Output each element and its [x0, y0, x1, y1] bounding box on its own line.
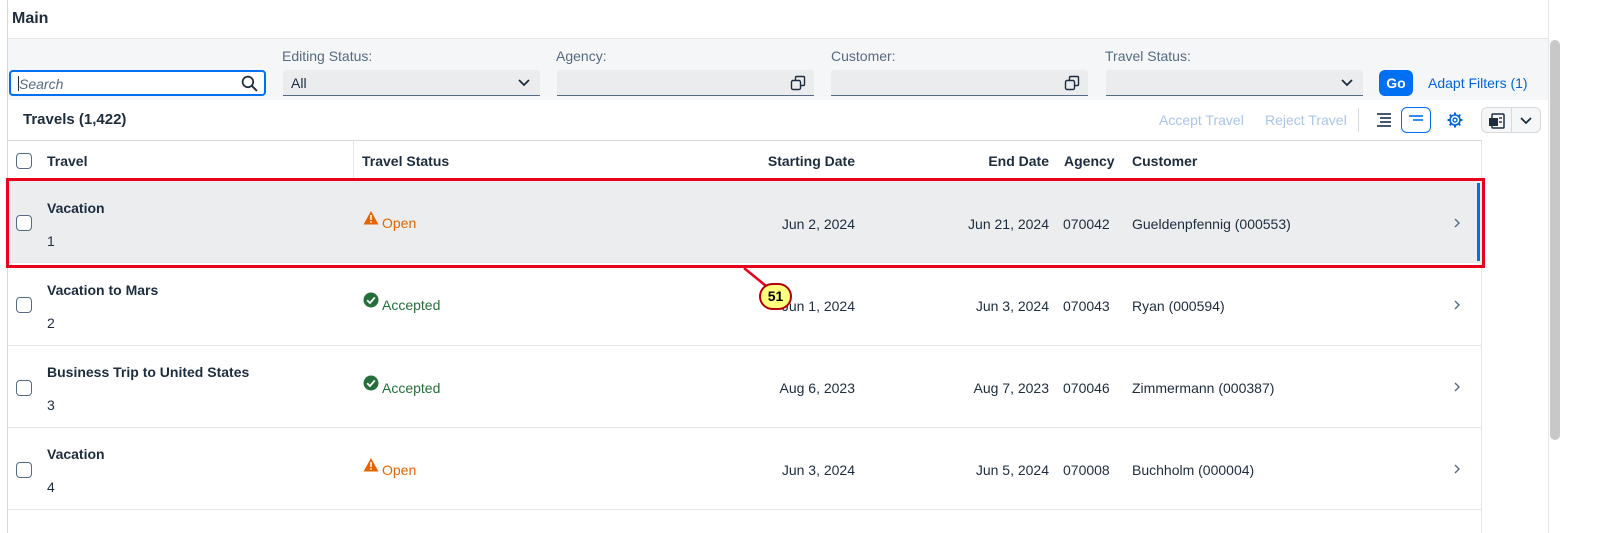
travel-title: Business Trip to United States [47, 364, 250, 380]
editing-status-select[interactable]: All [283, 70, 540, 96]
customer: Ryan (000594) [1132, 298, 1225, 314]
value-help-icon[interactable] [1064, 75, 1080, 91]
chevron-right-icon[interactable] [1452, 463, 1462, 475]
table-row[interactable]: Business Trip to United States 3 Accepte… [8, 346, 1482, 428]
agency-input[interactable] [557, 70, 814, 96]
scrollbar-thumb[interactable] [1550, 40, 1560, 440]
table-row[interactable]: Vacation 4 Open Jun 3, 2024 Jun 5, 2024 … [8, 428, 1482, 510]
status-text: Open [382, 462, 417, 478]
agency: 070046 [1063, 380, 1110, 396]
end-date: Jun 5, 2024 [975, 462, 1049, 478]
export-icon [1489, 113, 1505, 129]
travel-title: Vacation to Mars [47, 282, 159, 298]
customer: Zimmermann (000387) [1132, 380, 1275, 396]
starting-date: Jun 1, 2024 [781, 298, 855, 314]
warning-icon [363, 458, 379, 472]
value-help-icon[interactable] [790, 75, 806, 91]
editing-status-label: Editing Status: [282, 48, 373, 64]
page-title: Main [12, 10, 49, 27]
adapt-filters-button[interactable]: Adapt Filters (1) [1428, 75, 1528, 91]
accept-travel-button[interactable]: Accept Travel [1159, 112, 1244, 128]
settings-button[interactable] [1441, 107, 1469, 133]
check-circle-icon [363, 375, 379, 391]
editing-status-value: All [291, 75, 307, 91]
column-header-travel-status[interactable]: Travel Status [362, 153, 449, 169]
column-header-customer[interactable]: Customer [1132, 153, 1197, 169]
expand-rows-button[interactable] [1369, 107, 1399, 133]
agency: 070043 [1063, 298, 1110, 314]
chevron-down-icon [518, 79, 530, 87]
column-header-end-date[interactable]: End Date [988, 153, 1049, 169]
select-all-checkbox[interactable] [16, 153, 32, 169]
split-divider [1511, 108, 1512, 132]
travel-status-label: Travel Status: [1105, 48, 1191, 64]
search-input[interactable]: Search [9, 70, 266, 96]
chevron-right-icon[interactable] [1452, 299, 1462, 311]
chevron-right-icon[interactable] [1452, 381, 1462, 393]
starting-date: Jun 3, 2024 [781, 462, 855, 478]
travel-id: 4 [47, 479, 55, 495]
status-text: Accepted [382, 380, 441, 396]
highlight-box [6, 178, 1485, 268]
column-header-starting-date[interactable]: Starting Date [768, 153, 855, 169]
page: Main Search Editing Status: All Agency: … [0, 0, 1597, 533]
agency: 070008 [1063, 462, 1110, 478]
check-circle-icon [363, 292, 379, 308]
export-button[interactable] [1481, 107, 1541, 133]
chevron-down-icon[interactable] [1518, 113, 1534, 129]
condensed-list-icon [1409, 115, 1423, 121]
chevron-down-icon [1341, 79, 1353, 87]
customer: Buchholm (000004) [1132, 462, 1255, 478]
table-title: Travels (1,422) [23, 111, 127, 128]
customer-label: Customer: [831, 48, 896, 64]
toolbar-separator [1358, 108, 1359, 132]
travel-title: Vacation [47, 446, 105, 462]
status-text: Accepted [382, 297, 441, 313]
go-button[interactable]: Go [1379, 70, 1413, 96]
gear-icon [1447, 112, 1463, 128]
column-header-travel[interactable]: Travel [47, 153, 87, 169]
starting-date: Aug 6, 2023 [779, 380, 855, 396]
column-divider [353, 141, 354, 181]
travel-id: 2 [47, 315, 55, 331]
agency-label: Agency: [556, 48, 607, 64]
travel-status-select[interactable] [1106, 70, 1363, 96]
travel-id: 3 [47, 397, 55, 413]
column-header-agency[interactable]: Agency [1064, 153, 1115, 169]
search-icon[interactable] [241, 75, 258, 92]
annotation-badge: 51 [759, 283, 792, 310]
reject-travel-button[interactable]: Reject Travel [1265, 112, 1347, 128]
customer-input[interactable] [831, 70, 1088, 96]
condensed-rows-button[interactable] [1401, 107, 1431, 133]
list-icon [1377, 113, 1391, 127]
row-checkbox[interactable] [16, 380, 32, 396]
row-checkbox[interactable] [16, 462, 32, 478]
search-placeholder: Search [19, 76, 64, 92]
row-checkbox[interactable] [16, 297, 32, 313]
end-date: Aug 7, 2023 [973, 380, 1049, 396]
table-header: Travel Travel Status Starting Date End D… [8, 141, 1482, 181]
end-date: Jun 3, 2024 [975, 298, 1049, 314]
